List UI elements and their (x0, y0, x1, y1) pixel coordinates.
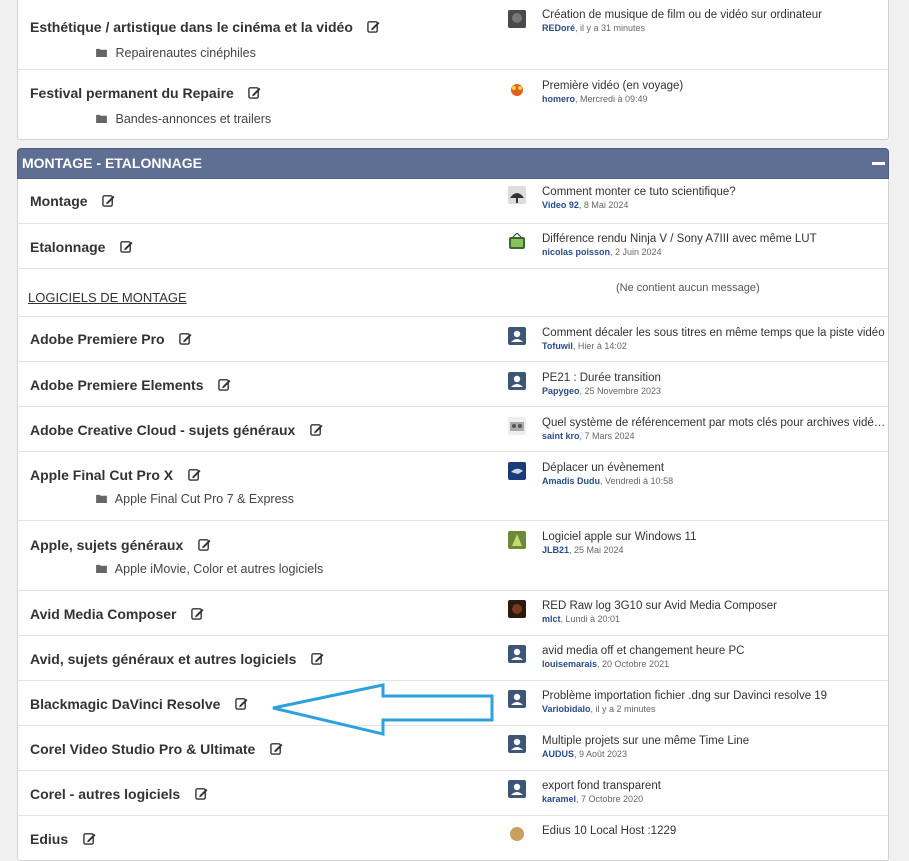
annotation-arrow-icon (272, 683, 494, 736)
